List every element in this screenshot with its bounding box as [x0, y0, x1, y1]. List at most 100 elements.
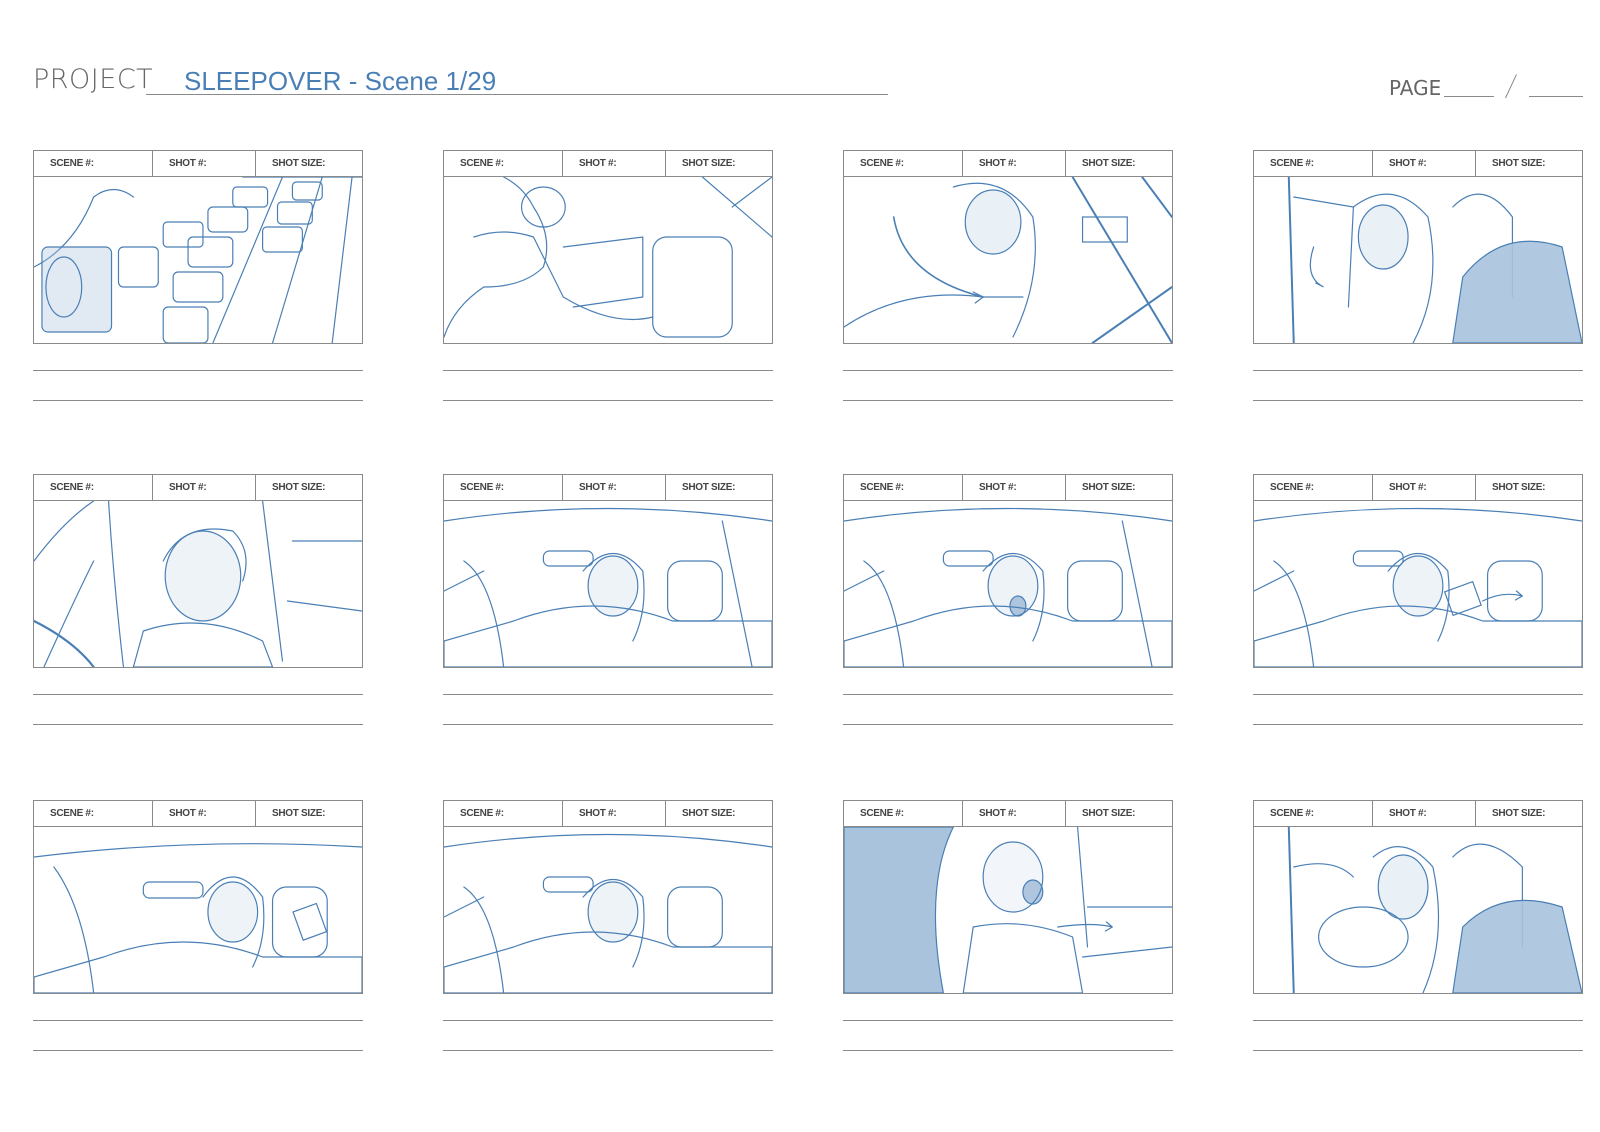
- shot-size-label: SHOT SIZE:: [682, 158, 736, 169]
- notes-line: [33, 694, 363, 695]
- sketch-panel: [33, 827, 363, 994]
- notes-line: [443, 724, 773, 725]
- notes-line: [443, 694, 773, 695]
- storyboard-frame: SCENE #: SHOT #: SHOT SIZE:: [843, 800, 1173, 1051]
- woman-shouting-over-shoulder-icon: [1287, 177, 1582, 343]
- frame-label-bar: SCENE #: SHOT #: SHOT SIZE:: [443, 150, 773, 177]
- notes-line: [443, 1020, 773, 1021]
- notes-line: [843, 1020, 1173, 1021]
- storyboard-frame: SCENE #: SHOT #: SHOT SIZE:: [1253, 800, 1583, 1051]
- notes-line: [443, 400, 773, 401]
- shot-size-label: SHOT SIZE:: [1082, 482, 1136, 493]
- shot-size-label: SHOT SIZE:: [1082, 158, 1136, 169]
- child-in-back-seat-icon: [444, 177, 772, 338]
- frame-label-bar: SCENE #: SHOT #: SHOT SIZE:: [443, 800, 773, 827]
- storyboard-frame: SCENE #: SHOT #: SHOT SIZE:: [33, 474, 363, 725]
- frame-label-bar: SCENE #: SHOT #: SHOT SIZE:: [443, 474, 773, 501]
- shot-size-label: SHOT SIZE:: [272, 482, 326, 493]
- sketch-panel: [33, 501, 363, 668]
- shot-size-label: SHOT SIZE:: [1082, 808, 1136, 819]
- scene-number-label: SCENE #:: [34, 475, 153, 500]
- frame-label-bar: SCENE #: SHOT #: SHOT SIZE:: [33, 150, 363, 177]
- shot-number-label: SHOT #:: [563, 475, 666, 500]
- woman-driving-yelling-icon: [1287, 827, 1582, 993]
- notes-line: [843, 724, 1173, 725]
- shot-number-label: SHOT #:: [963, 151, 1066, 176]
- frame-label-bar: SCENE #: SHOT #: SHOT SIZE:: [843, 150, 1173, 177]
- page-number-line: [1444, 96, 1494, 97]
- shot-number-label: SHOT #:: [963, 801, 1066, 826]
- child-glaring-icon: [34, 501, 362, 667]
- page-label: PAGE: [1389, 76, 1442, 100]
- project-label: PROJECT: [33, 64, 154, 95]
- notes-line: [1253, 400, 1583, 401]
- project-title: SLEEPOVER - Scene 1/29: [184, 66, 497, 96]
- notes-line: [33, 724, 363, 725]
- notes-line: [1253, 724, 1583, 725]
- sketch-panel: [33, 177, 363, 344]
- notes-line: [843, 694, 1173, 695]
- sketch-panel: [843, 827, 1173, 994]
- notes-line: [843, 400, 1173, 401]
- scene-number-label: SCENE #:: [844, 801, 963, 826]
- storyboard-frame: SCENE #: SHOT #: SHOT SIZE:: [443, 150, 773, 401]
- scene-number-label: SCENE #:: [34, 801, 153, 826]
- shot-size-label: SHOT SIZE:: [1492, 808, 1546, 819]
- scene-number-label: SCENE #:: [1254, 801, 1373, 826]
- car-interior-wide-icon: [34, 843, 362, 993]
- notes-line: [843, 1050, 1173, 1051]
- storyboard-frame: SCENE #: SHOT #: SHOT SIZE:: [33, 150, 363, 401]
- scene-number-label: SCENE #:: [34, 151, 153, 176]
- notes-line: [443, 1050, 773, 1051]
- frame-label-bar: SCENE #: SHOT #: SHOT SIZE:: [843, 474, 1173, 501]
- shot-number-label: SHOT #:: [1373, 475, 1476, 500]
- storyboard-frame: SCENE #: SHOT #: SHOT SIZE:: [443, 474, 773, 725]
- car-interior-driver-shouting-icon: [844, 507, 1172, 667]
- notes-line: [1253, 694, 1583, 695]
- shot-size-label: SHOT SIZE:: [1492, 158, 1546, 169]
- sketch-panel: [843, 177, 1173, 344]
- notes-line: [843, 370, 1173, 371]
- sketch-panel: [1253, 501, 1583, 668]
- sketch-panel: [443, 501, 773, 668]
- woman-reaching-back-icon: [844, 177, 1172, 343]
- scene-number-label: SCENE #:: [1254, 151, 1373, 176]
- storyboard-frame: SCENE #: SHOT #: SHOT SIZE:: [843, 474, 1173, 725]
- shot-number-label: SHOT #:: [153, 151, 256, 176]
- notes-line: [33, 1050, 363, 1051]
- notes-line: [33, 400, 363, 401]
- scene-number-label: SCENE #:: [444, 801, 563, 826]
- page-slash: [1505, 74, 1517, 99]
- car-interior-phone-throw-icon: [1254, 507, 1582, 667]
- frame-label-bar: SCENE #: SHOT #: SHOT SIZE:: [1253, 800, 1583, 827]
- frame-label-bar: SCENE #: SHOT #: SHOT SIZE:: [33, 474, 363, 501]
- car-interior-driver-glare-icon: [444, 833, 772, 993]
- scene-number-label: SCENE #:: [1254, 475, 1373, 500]
- notes-line: [33, 370, 363, 371]
- shot-size-label: SHOT SIZE:: [682, 808, 736, 819]
- sketch-panel: [843, 501, 1173, 668]
- storyboard-frame: SCENE #: SHOT #: SHOT SIZE:: [443, 800, 773, 1051]
- notes-line: [1253, 1050, 1583, 1051]
- shot-number-label: SHOT #:: [1373, 801, 1476, 826]
- shot-number-label: SHOT #:: [153, 801, 256, 826]
- shot-number-label: SHOT #:: [963, 475, 1066, 500]
- shot-number-label: SHOT #:: [153, 475, 256, 500]
- scene-number-label: SCENE #:: [844, 151, 963, 176]
- storyboard-frame: SCENE #: SHOT #: SHOT SIZE:: [1253, 474, 1583, 725]
- sketch-panel: [1253, 177, 1583, 344]
- frame-label-bar: SCENE #: SHOT #: SHOT SIZE:: [33, 800, 363, 827]
- frame-label-bar: SCENE #: SHOT #: SHOT SIZE:: [1253, 474, 1583, 501]
- highway-traffic-icon: [34, 177, 362, 343]
- sketch-panel: [443, 177, 773, 344]
- shot-size-label: SHOT SIZE:: [272, 158, 326, 169]
- storyboard-frame: SCENE #: SHOT #: SHOT SIZE:: [1253, 150, 1583, 401]
- notes-line: [1253, 1020, 1583, 1021]
- storyboard-frame: SCENE #: SHOT #: SHOT SIZE:: [33, 800, 363, 1051]
- scene-number-label: SCENE #:: [444, 475, 563, 500]
- title-underline: [146, 94, 888, 95]
- shot-number-label: SHOT #:: [1373, 151, 1476, 176]
- notes-line: [443, 370, 773, 371]
- shot-size-label: SHOT SIZE:: [1492, 482, 1546, 493]
- notes-line: [33, 1020, 363, 1021]
